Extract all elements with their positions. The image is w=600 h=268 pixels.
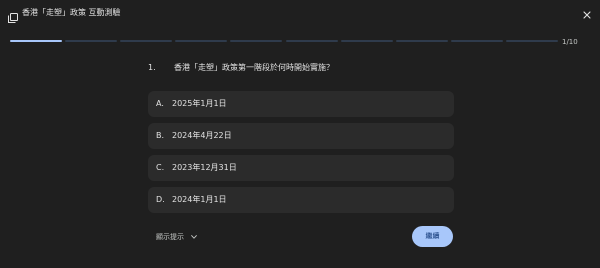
option-b[interactable]: B. 2024年4月22日 bbox=[148, 123, 454, 149]
continue-button[interactable]: 繼續 bbox=[412, 226, 453, 247]
option-letter: D. bbox=[156, 195, 165, 204]
option-text: 2025年1月1日 bbox=[172, 99, 227, 108]
progress-segment bbox=[120, 40, 173, 42]
question: 1. 香港「走塑」政策第一階段於何時開始實施？ bbox=[148, 61, 448, 75]
progress-segment bbox=[10, 40, 63, 42]
hint-label: 顯示提示 bbox=[156, 233, 184, 241]
dialog-title: 香港「走塑」政策 互動測驗 bbox=[22, 8, 121, 17]
progress-segment bbox=[450, 40, 503, 42]
progress-segment bbox=[340, 40, 393, 42]
progress-segment bbox=[65, 40, 118, 42]
progress-segment bbox=[505, 40, 558, 42]
chevron-down-icon bbox=[191, 231, 198, 243]
progress-label: 1/10 bbox=[562, 38, 578, 46]
quiz-dialog: 香港「走塑」政策 互動測驗 1/10 1. 香港「走塑」政策第一階段於何時開始實施… bbox=[0, 0, 600, 268]
option-text: 2024年1月1日 bbox=[172, 195, 227, 204]
dialog-header: 香港「走塑」政策 互動測驗 bbox=[0, 0, 600, 26]
show-hint-button[interactable]: 顯示提示 bbox=[156, 231, 198, 243]
question-text: 香港「走塑」政策第一階段於何時開始實施？ bbox=[174, 63, 334, 72]
option-text: 2023年12月31日 bbox=[172, 163, 237, 172]
option-d[interactable]: D. 2024年1月1日 bbox=[148, 187, 454, 213]
progress-segment bbox=[230, 40, 283, 42]
progress-bar bbox=[10, 40, 558, 43]
close-icon bbox=[583, 4, 591, 23]
question-number: 1. bbox=[148, 63, 156, 72]
option-letter: A. bbox=[156, 99, 164, 108]
option-letter: C. bbox=[156, 163, 165, 172]
progress-segment bbox=[285, 40, 338, 42]
close-button[interactable] bbox=[580, 6, 594, 20]
progress-segment bbox=[175, 40, 228, 42]
option-c[interactable]: C. 2023年12月31日 bbox=[148, 155, 454, 181]
quiz-cards-icon bbox=[8, 8, 18, 23]
option-letter: B. bbox=[156, 131, 165, 140]
progress-segment bbox=[395, 40, 448, 42]
option-a[interactable]: A. 2025年1月1日 bbox=[148, 91, 454, 117]
option-text: 2024年4月22日 bbox=[172, 131, 232, 140]
